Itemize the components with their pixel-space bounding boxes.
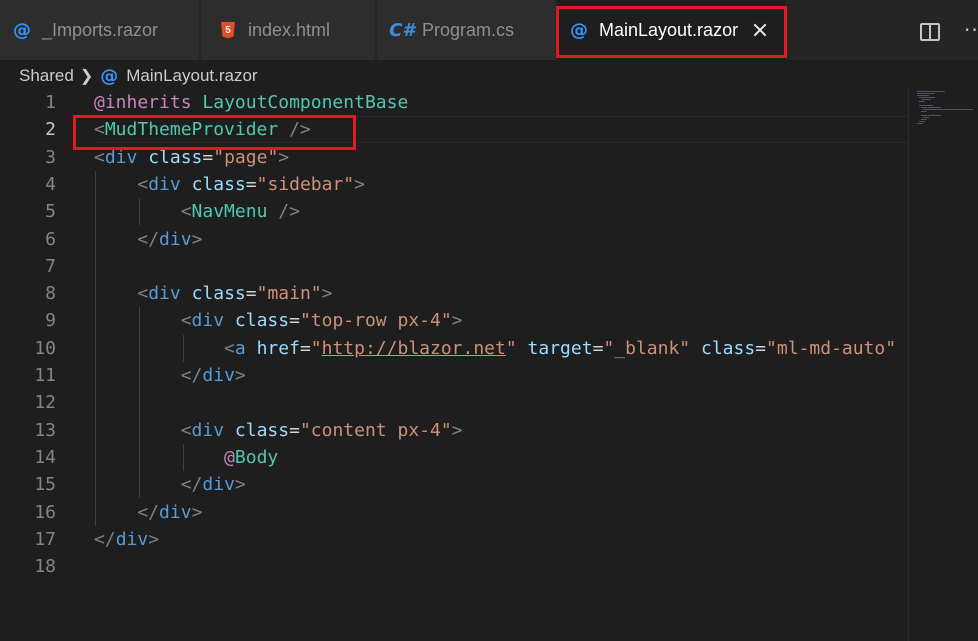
line-text: <div class="top-row px-4"> [180,310,463,332]
razor-at-icon: @ [570,19,588,41]
line-number: 14 [34,446,56,468]
breadcrumb-folder[interactable]: Shared [19,66,74,86]
razor-at-icon: @ [13,19,31,41]
more-actions-icon[interactable]: ··· [964,18,978,42]
csharp-icon: C# [389,19,415,41]
code-line[interactable]: 2 <MudThemeProvider /> [0,116,908,143]
code-line[interactable]: 18 [0,553,908,580]
line-number: 16 [34,501,56,523]
line-text: <div class="main"> [137,283,333,305]
line-text: <MudThemeProvider /> [94,119,311,141]
line-number: 1 [45,92,56,113]
line-number: 3 [45,146,56,168]
breadcrumb-file[interactable]: MainLayout.razor [126,66,257,86]
line-number: 9 [45,310,56,332]
line-number: 2 [45,119,56,141]
line-text: <div class="page"> [94,146,290,168]
line-text: </div> [94,528,160,550]
tab-mainlayout-razor[interactable]: @ MainLayout.razor [557,0,787,60]
code-line[interactable]: 7 [0,253,908,280]
code-line[interactable]: 12 [0,389,908,416]
code-line[interactable]: 11 </div> [0,362,908,389]
line-text: </div> [180,365,246,386]
close-icon[interactable] [752,22,768,38]
line-text: </div> [137,228,203,250]
code-line[interactable]: 10 <a href="http://blazor.net" target="_… [0,335,908,362]
tab-label: index.html [248,19,331,40]
tab-label: Program.cs [422,19,515,40]
code-line[interactable]: 16 </div> [0,499,908,526]
line-number: 12 [34,392,56,414]
line-number: 8 [45,283,56,305]
line-text: <div class="sidebar"> [137,173,365,195]
chevron-right-icon: ❯ [79,68,94,85]
code-line[interactable]: 6 </div> [0,226,908,253]
code-line[interactable]: 9 <div class="top-row px-4"> [0,307,908,334]
line-text: </div> [137,501,203,523]
code-line[interactable]: 1 @inherits LayoutComponentBase [0,89,908,116]
tab-imports-razor[interactable]: @ _Imports.razor [0,0,200,60]
split-editor-icon[interactable] [920,23,940,41]
minimap[interactable] [908,89,978,641]
line-number: 6 [45,228,56,250]
code-line[interactable]: 4 <div class="sidebar"> [0,171,908,198]
line-text: @inherits LayoutComponentBase [94,92,409,113]
line-text: <a href="http://blazor.net" target="_bla… [224,337,897,359]
code-line[interactable]: 14 @Body [0,444,908,471]
line-number: 7 [45,255,56,277]
code-line[interactable]: 5 <NavMenu /> [0,198,908,225]
razor-at-icon: @ [100,65,119,87]
code-editor[interactable]: 1 @inherits LayoutComponentBase 2 <MudTheme… [0,89,908,641]
line-number: 10 [34,337,56,359]
tab-index-html[interactable]: 5 index.html [201,0,376,60]
breadcrumb: Shared ❯ @ MainLayout.razor [19,64,258,88]
tab-label: _Imports.razor [42,19,159,40]
editor-tab-bar: @ _Imports.razor 5 index.html C# Program… [0,0,978,60]
line-text: <NavMenu /> [180,201,300,223]
code-line[interactable]: 15 </div> [0,471,908,498]
tab-label: MainLayout.razor [599,19,739,40]
tab-program-cs[interactable]: C# Program.cs [377,0,556,60]
code-line[interactable]: 3 <div class="page"> [0,144,908,171]
line-text: </div> [180,474,246,496]
line-number: 5 [45,201,56,223]
line-number: 17 [34,528,56,550]
line-number: 18 [34,556,56,578]
line-text: @Body [224,446,279,468]
html5-icon: 5 [221,21,235,39]
code-line[interactable]: 8 <div class="main"> [0,280,908,307]
line-number: 13 [34,419,56,441]
code-line[interactable]: 17 </div> [0,526,908,553]
line-number: 4 [45,173,56,195]
code-line[interactable]: 13 <div class="content px-4"> [0,417,908,444]
line-text: <div class="content px-4"> [180,419,463,441]
line-number: 11 [34,365,56,386]
line-number: 15 [34,474,56,496]
